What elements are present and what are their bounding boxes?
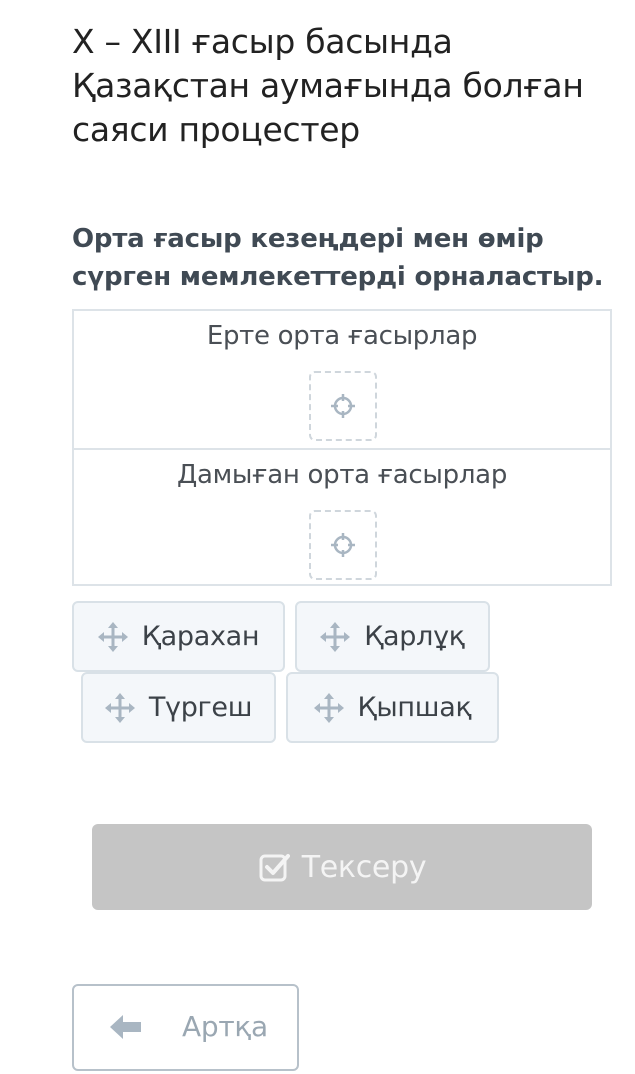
back-button[interactable]: Артқа: [72, 984, 299, 1071]
move-arrows-icon: [313, 692, 344, 723]
drop-zone-label: Дамыған орта ғасырлар: [176, 460, 508, 490]
move-arrows-icon: [320, 621, 351, 652]
quiz-page: X – XIII ғасыр басында Қазақстан аумағын…: [0, 0, 635, 1074]
check-button[interactable]: Тексеру: [92, 824, 592, 910]
page-title: X – XIII ғасыр басында Қазақстан аумағын…: [72, 22, 584, 149]
crosshair-target-icon: [331, 394, 355, 418]
move-arrows-icon: [97, 621, 128, 652]
question-text: Орта ғасыр кезеңдері мен өмір сүрген мем…: [72, 224, 604, 292]
drop-zones-table: Ерте орта ғасырлар Дамыған орта ғасырлар: [72, 309, 612, 586]
checkbox-check-icon: [259, 854, 290, 882]
drag-item-karluk[interactable]: Қарлұқ: [295, 601, 490, 672]
back-button-label: Артқа: [182, 1010, 268, 1043]
drop-zone-early-middle-ages: Ерте орта ғасырлар: [74, 311, 610, 448]
drop-slot[interactable]: [309, 371, 377, 441]
drop-slot[interactable]: [309, 510, 377, 580]
drop-zone-label: Ерте орта ғасырлар: [206, 321, 478, 351]
drag-item-label: Қарахан: [141, 621, 260, 652]
drag-item-turgesh[interactable]: Түргеш: [81, 672, 276, 743]
drop-zone-developed-middle-ages: Дамыған орта ғасырлар: [74, 448, 610, 585]
arrow-left-icon: [110, 1015, 141, 1039]
move-arrows-icon: [104, 692, 135, 723]
drag-item-label: Түргеш: [148, 692, 253, 723]
drag-item-label: Қыпшақ: [357, 692, 472, 723]
drag-item-karakhan[interactable]: Қарахан: [72, 601, 285, 672]
check-button-label: Тексеру: [301, 849, 427, 885]
crosshair-target-icon: [331, 533, 355, 557]
drag-item-kypchak[interactable]: Қыпшақ: [286, 672, 499, 743]
drag-item-label: Қарлұқ: [364, 621, 465, 652]
